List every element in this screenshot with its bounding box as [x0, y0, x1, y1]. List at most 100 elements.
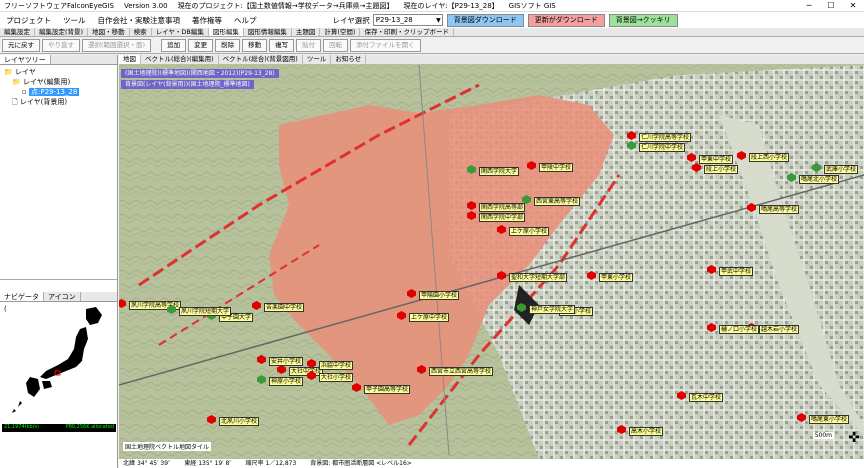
school-marker-icon[interactable] — [257, 355, 266, 364]
school-label[interactable]: 西宮市立西宮高等学校 — [429, 367, 494, 376]
close-icon[interactable]: ✕ — [842, 0, 864, 12]
school-marker-icon[interactable] — [747, 203, 756, 212]
overlay-bar-1[interactable]: (国土地理院)(標準地図)(関西地図・2012)(P29-13_28) — [121, 69, 279, 78]
tab-map[interactable]: 地図 — [119, 55, 141, 64]
bg-sharpen-button[interactable]: 背景図→クッキリ — [608, 13, 678, 27]
school-label[interactable]: 仁川学院中学校 — [639, 143, 686, 152]
school-marker-icon[interactable] — [397, 311, 406, 320]
school-label[interactable]: 甲陽園小学校 — [419, 291, 460, 300]
school-marker-icon[interactable] — [119, 299, 126, 308]
tab-save-print[interactable]: 保存・印刷・クリップボード — [360, 28, 454, 36]
compass-icon[interactable]: ✜ — [848, 430, 860, 446]
add-button[interactable]: 追加 — [161, 39, 187, 52]
tab-navigator[interactable]: ナビゲータ — [0, 292, 44, 301]
school-label[interactable]: 関西学院高等部 — [479, 203, 526, 212]
menu-tools[interactable]: ツール — [57, 15, 92, 26]
paste-button[interactable]: 貼付 — [296, 39, 322, 52]
bg-download-button[interactable]: 背景図ダウンロード — [446, 13, 524, 27]
move-button[interactable]: 移動 — [242, 39, 268, 52]
tab-vector-bg[interactable]: ベクトル(総合)(背景図用) — [219, 55, 303, 64]
school-marker-icon[interactable] — [692, 163, 701, 172]
undo-button[interactable]: 元に戻す — [2, 39, 40, 52]
school-marker-icon[interactable] — [707, 265, 716, 274]
school-label[interactable]: 大社小学校 — [319, 373, 354, 382]
menu-help[interactable]: ヘルプ — [228, 15, 263, 26]
school-marker-icon[interactable] — [277, 365, 286, 374]
school-marker-icon[interactable] — [527, 161, 536, 170]
school-label[interactable]: 鳴尾東小学校 — [809, 415, 850, 424]
menu-project[interactable]: プロジェクト — [0, 15, 57, 26]
school-label[interactable]: 段上小学校 — [704, 165, 739, 174]
school-label[interactable]: 安井小学校 — [269, 357, 304, 366]
school-marker-icon[interactable] — [707, 323, 716, 332]
school-marker-icon[interactable] — [617, 425, 626, 434]
school-marker-icon[interactable] — [627, 141, 636, 150]
menu-company[interactable]: 自作会社・実験注意事項 — [92, 15, 187, 26]
tab-notice[interactable]: お知らせ — [331, 55, 367, 64]
rotate-button[interactable]: 回転 — [323, 39, 349, 52]
maximize-icon[interactable]: ☐ — [820, 0, 842, 12]
tab-calc[interactable]: 計算(空間) — [320, 28, 361, 36]
school-label[interactable]: 瓦木中学校 — [689, 393, 724, 402]
redo-button[interactable]: やり直す — [42, 39, 80, 52]
tab-edit-settings[interactable]: 編集設定 — [0, 28, 35, 36]
tree-node-point-layer[interactable]: ▫ 点:P29-13_28 — [4, 87, 113, 97]
tab-tools[interactable]: ツール — [303, 55, 332, 64]
school-label[interactable]: 苦楽園中学校 — [264, 303, 305, 312]
school-marker-icon[interactable] — [687, 153, 696, 162]
school-marker-icon[interactable] — [737, 151, 746, 160]
school-marker-icon[interactable] — [787, 173, 796, 182]
school-label[interactable]: 武庫小学校 — [824, 165, 859, 174]
open-attachment-button[interactable]: 添付ファイルを開く — [350, 39, 421, 52]
school-marker-icon[interactable] — [797, 413, 806, 422]
school-marker-icon[interactable] — [207, 415, 216, 424]
school-label[interactable]: 樋ノ口小学校 — [719, 325, 760, 334]
school-label[interactable]: 甲東小学校 — [599, 273, 634, 282]
school-label[interactable]: 鳴尾高等学校 — [759, 205, 800, 214]
tab-edit-settings-bg[interactable]: 編集設定(背景) — [35, 28, 89, 36]
school-marker-icon[interactable] — [167, 305, 176, 314]
school-marker-icon[interactable] — [677, 391, 686, 400]
school-marker-icon[interactable] — [587, 271, 596, 280]
tab-search[interactable]: 検索 — [130, 28, 152, 36]
tab-thematic[interactable]: 主題図 — [292, 28, 321, 36]
copy-button[interactable]: 複写 — [269, 39, 295, 52]
minimize-icon[interactable]: ─ — [798, 0, 820, 12]
menu-copyright[interactable]: 著作権等 — [186, 15, 228, 26]
school-marker-icon[interactable] — [497, 271, 506, 280]
school-label[interactable]: 上ケ原小学校 — [509, 227, 550, 236]
school-marker-icon[interactable] — [417, 365, 426, 374]
school-marker-icon[interactable] — [467, 165, 476, 174]
school-label[interactable]: 高木小学校 — [629, 427, 664, 436]
school-marker-icon[interactable] — [627, 131, 636, 140]
school-marker-icon[interactable] — [467, 201, 476, 210]
school-label[interactable]: 関西学院大学 — [479, 167, 520, 176]
tab-layer-db[interactable]: レイヤ・DB編集 — [152, 28, 209, 36]
school-label[interactable]: 仁川学院高等学校 — [639, 133, 692, 142]
school-marker-icon[interactable] — [257, 375, 266, 384]
tab-shape-info[interactable]: 図形情報編集 — [244, 28, 292, 36]
tree-node-root[interactable]: 📁 レイヤ — [4, 67, 113, 77]
school-label[interactable]: 浜脇中学校 — [319, 361, 354, 370]
tab-layer-tree[interactable]: レイヤツリー — [0, 55, 51, 64]
school-label[interactable]: 甲陵中学校 — [539, 163, 574, 172]
school-marker-icon[interactable] — [497, 225, 506, 234]
delete-button[interactable]: 削除 — [215, 39, 241, 52]
school-marker-icon[interactable] — [352, 383, 361, 392]
school-marker-icon[interactable] — [517, 303, 526, 312]
map-canvas[interactable] — [119, 55, 864, 468]
tab-icon[interactable]: アイコン — [44, 292, 81, 301]
tree-node-edit[interactable]: 📁 レイヤ(編集用) — [4, 77, 113, 87]
school-label[interactable]: 上ケ原中学校 — [409, 313, 450, 322]
tree-node-bg[interactable]: 🗋 レイヤ(背景用) — [4, 97, 113, 107]
school-label[interactable]: 甲武中学校 — [719, 267, 754, 276]
school-label[interactable]: 甲子園高等学校 — [364, 385, 411, 394]
select-range-button[interactable]: 選択(範囲選択・面) — [82, 39, 152, 52]
tab-shape-edit[interactable]: 図形編集 — [208, 28, 244, 36]
school-label[interactable]: 甲東中学校 — [699, 155, 734, 164]
change-button[interactable]: 変更 — [188, 39, 214, 52]
school-marker-icon[interactable] — [467, 211, 476, 220]
school-marker-icon[interactable] — [522, 195, 531, 204]
school-label[interactable]: 鳴尾北小学校 — [799, 175, 840, 184]
school-label[interactable]: 段上西小学校 — [749, 153, 790, 162]
